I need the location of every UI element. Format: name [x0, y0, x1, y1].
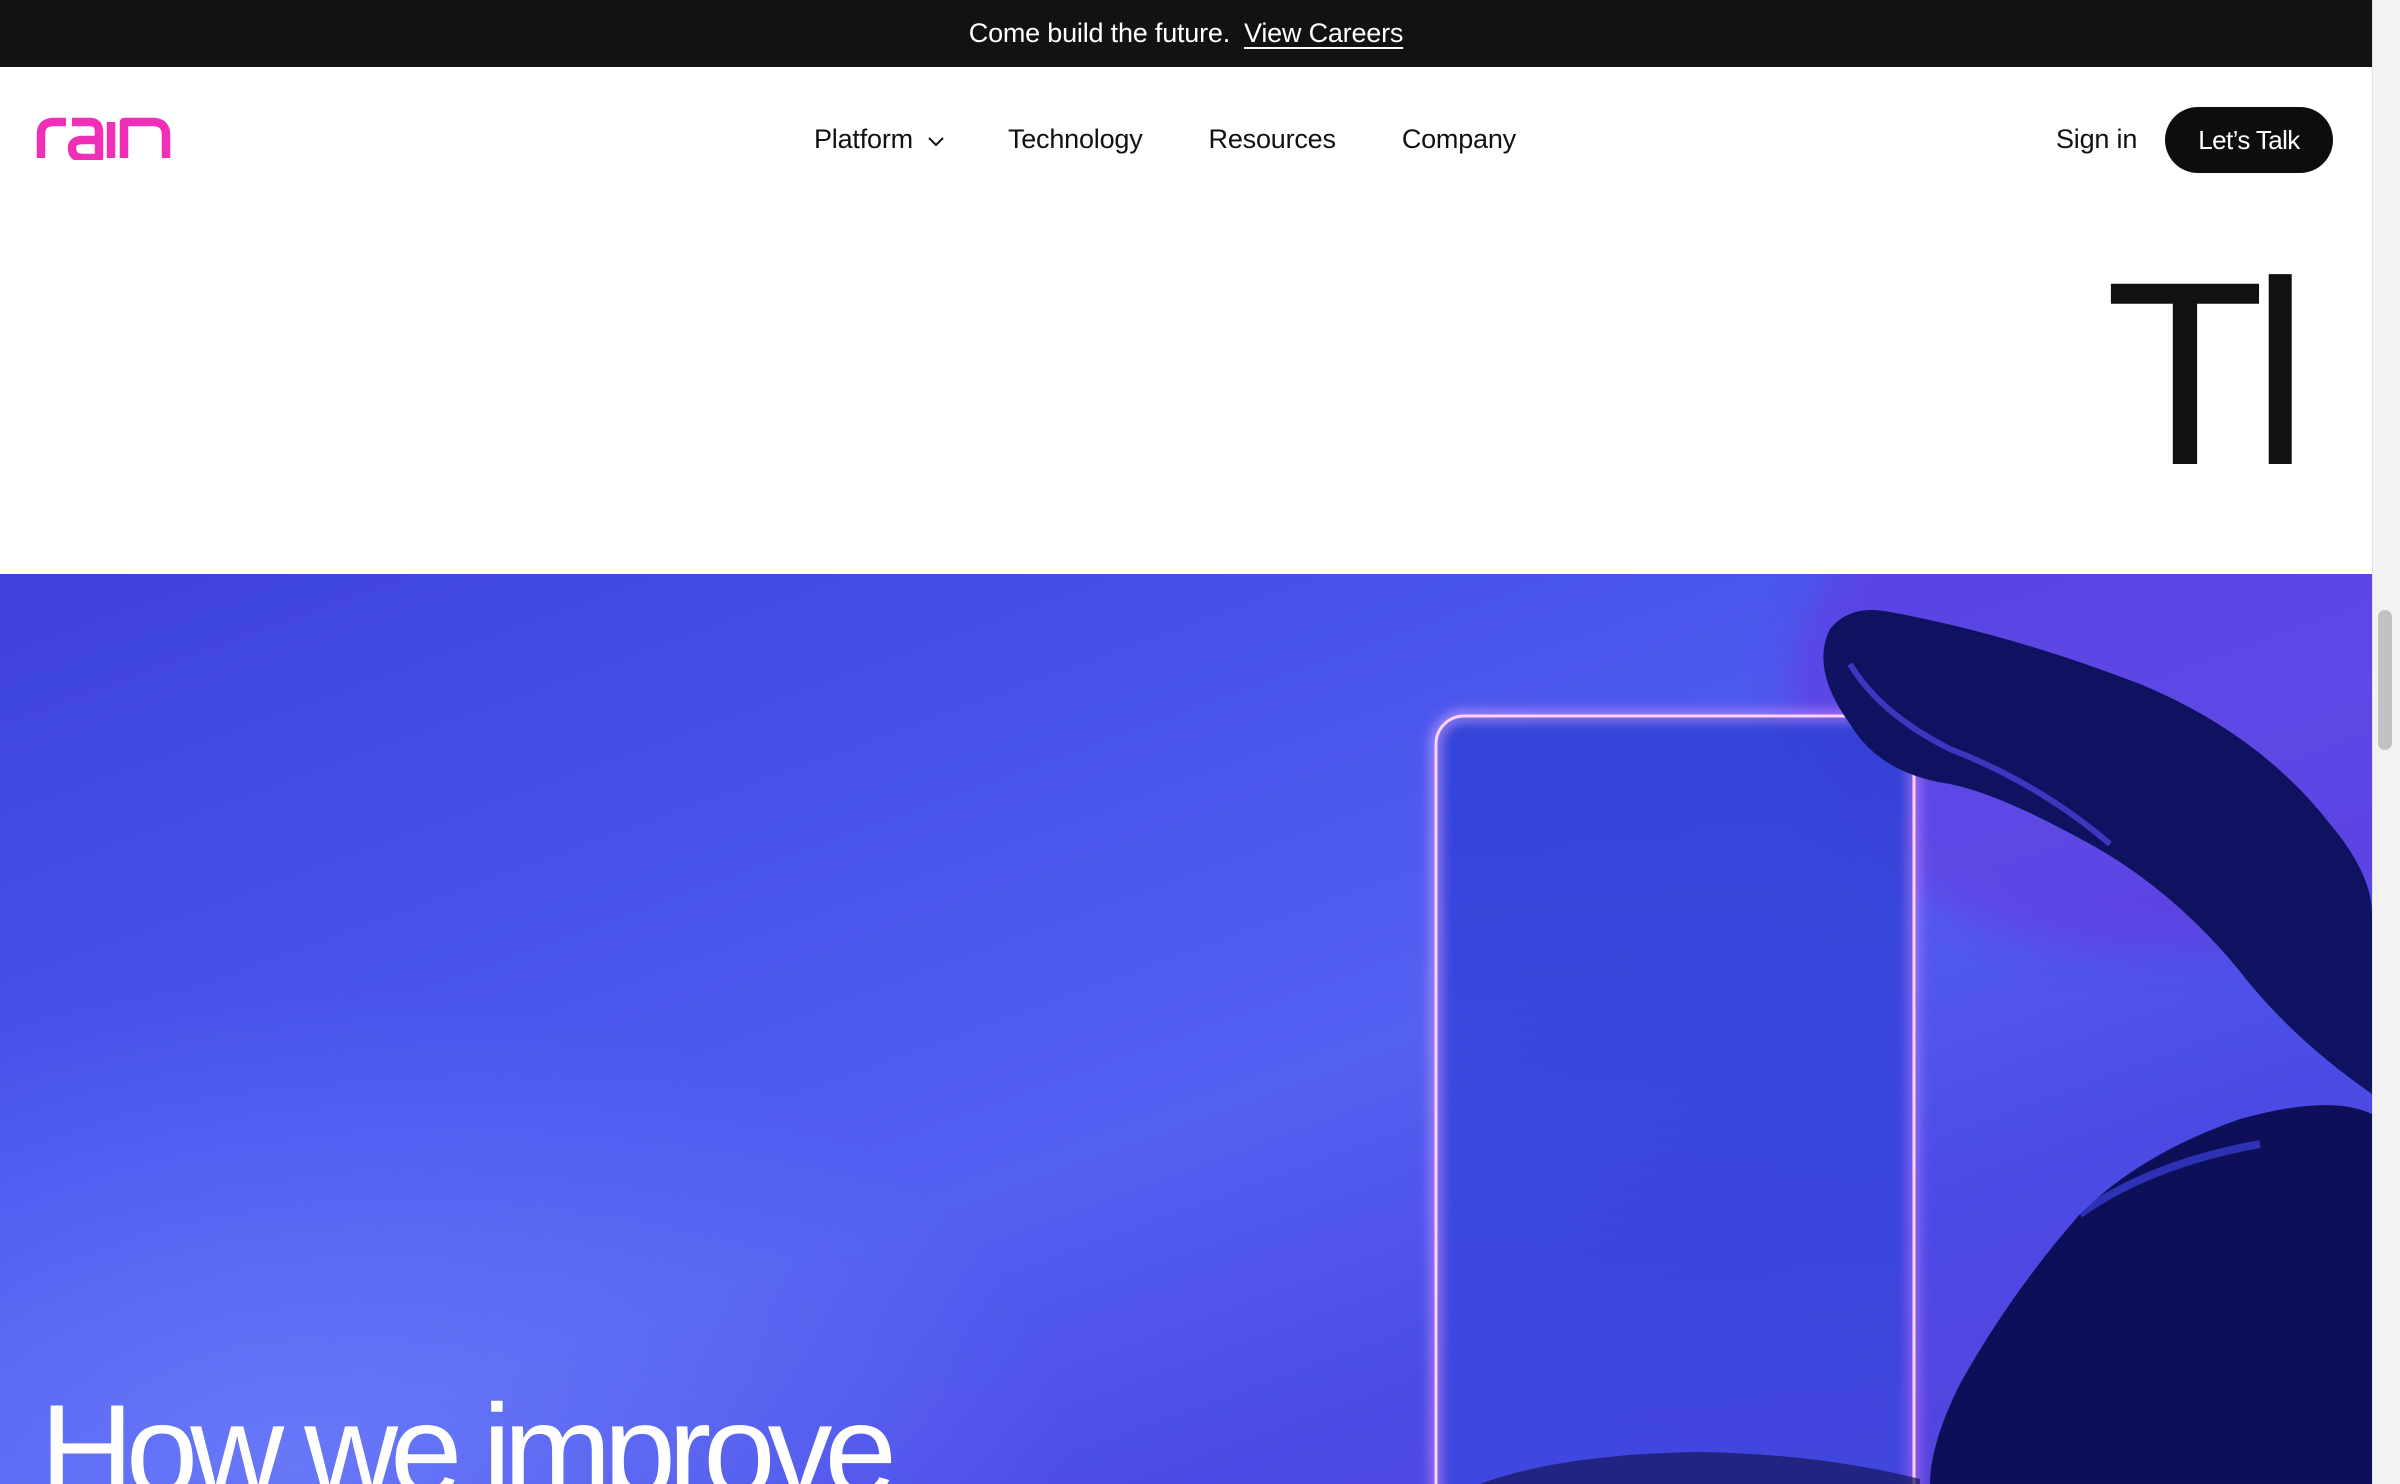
announcement-message: Come build the future.: [968, 18, 1231, 48]
sign-in-link[interactable]: Sign in: [2056, 67, 2137, 212]
main-nav: Platform Technology Resources Company: [814, 67, 1516, 212]
announcement-bar: Come build the future. View Careers: [0, 0, 2372, 67]
lets-talk-button[interactable]: Let’s Talk: [2165, 107, 2333, 173]
nav-item-label: Company: [1401, 124, 1516, 154]
nav-item-label: Platform: [814, 124, 913, 154]
nav-item-technology[interactable]: Technology: [1008, 124, 1143, 155]
nav-item-platform[interactable]: Platform: [814, 124, 945, 155]
nav-item-resources[interactable]: Resources: [1209, 124, 1336, 155]
chevron-down-icon: [928, 136, 944, 146]
nav-item-label: Technology: [1007, 124, 1143, 154]
hero-title: How we improve: [40, 1377, 897, 1484]
nav-item-company[interactable]: Company: [1402, 124, 1516, 155]
scrollbar-thumb[interactable]: [2378, 610, 2392, 750]
view-careers-link[interactable]: View Careers: [1244, 18, 1403, 49]
hero-section: How we improve: [0, 574, 2372, 1484]
hero-glass-card-image: [1431, 574, 2372, 1484]
nav-item-label: Resources: [1208, 124, 1336, 154]
site-header: Platform Technology Resources Company Si…: [0, 67, 2372, 212]
rain-logo[interactable]: [36, 114, 172, 160]
section-heading-partial: Tl: [2105, 243, 2309, 505]
